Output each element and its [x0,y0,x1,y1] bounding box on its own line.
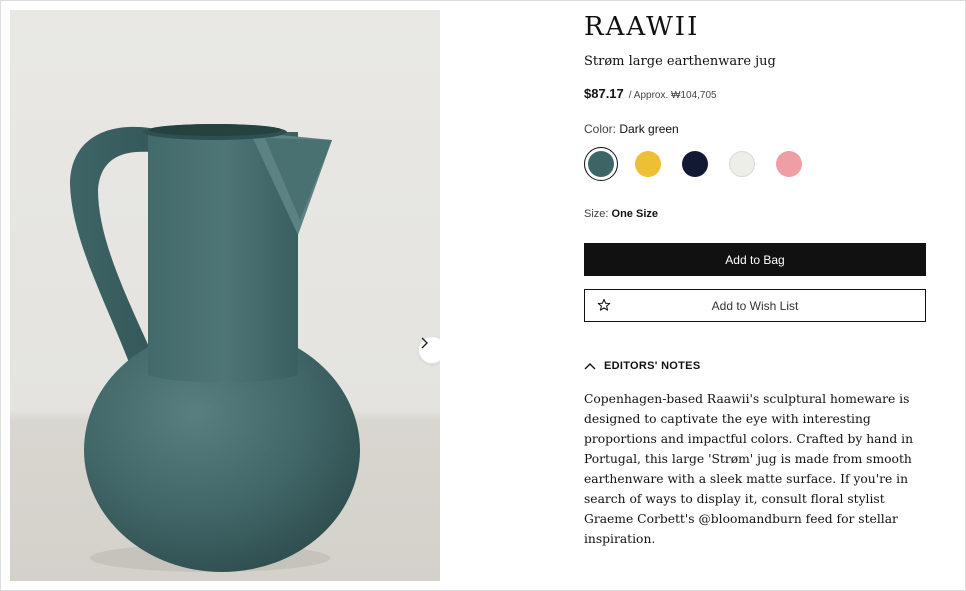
product-title: Strøm large earthenware jug [584,54,776,69]
approx-price: / Approx. ₩104,705 [628,90,717,101]
swatch-fill [588,151,614,177]
add-to-bag-label: Add to Bag [725,252,785,267]
size-label: Size: One Size [584,208,658,220]
color-label-text: Color: [584,122,617,136]
editors-notes-toggle[interactable]: EDITORS' NOTES [584,360,700,372]
add-to-bag-button[interactable]: Add to Bag [584,243,926,276]
swatch-fill [682,151,708,177]
color-swatch-pink[interactable] [772,147,806,181]
add-to-wishlist-button[interactable]: Add to Wish List [584,289,926,322]
color-swatch-white[interactable] [725,147,759,181]
editors-notes-text: Copenhagen-based Raawii's sculptural hom… [584,392,914,546]
swatch-fill [729,151,755,177]
selected-color-name: Dark green [619,122,679,136]
color-label: Color: Dark green [584,122,679,136]
price-row: $87.17 / Approx. ₩104,705 [584,86,717,101]
chevron-up-icon [584,363,596,370]
product-price: $87.17 [584,86,624,101]
color-swatches [584,147,806,181]
editors-notes-title: EDITORS' NOTES [604,360,701,372]
chevron-right-icon [421,337,428,349]
add-to-wishlist-label: Add to Wish List [711,298,799,313]
next-image-button[interactable] [418,336,440,364]
size-value: One Size [611,208,658,220]
brand-name[interactable]: RAAWII [584,12,699,42]
size-label-text: Size: [584,208,609,220]
color-swatch-dark-green[interactable] [584,147,618,181]
star-icon [597,298,611,311]
color-swatch-navy[interactable] [678,147,712,181]
product-image [70,124,360,572]
swatch-fill [776,151,802,177]
product-image-gallery[interactable] [10,10,440,581]
swatch-fill [635,151,661,177]
color-swatch-yellow[interactable] [631,147,665,181]
